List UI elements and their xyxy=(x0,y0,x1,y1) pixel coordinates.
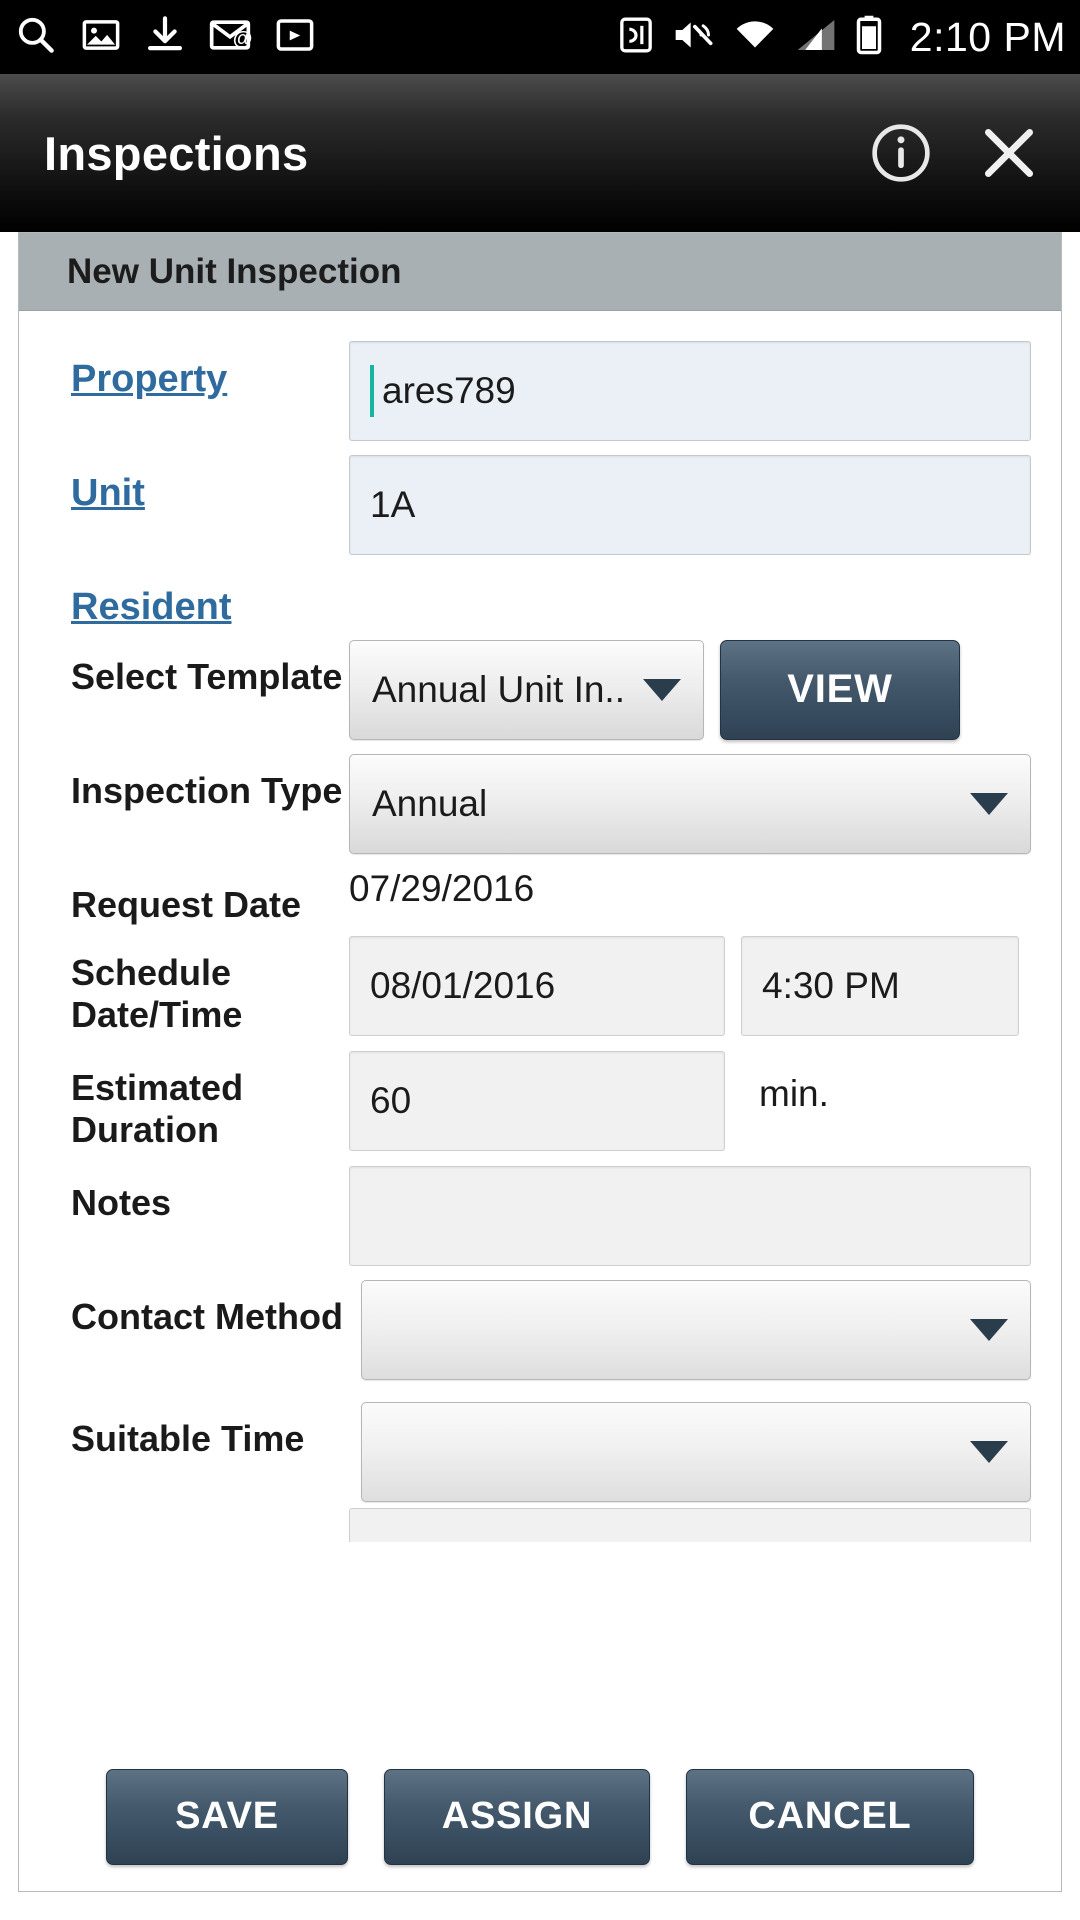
page-title: Inspections xyxy=(44,126,309,180)
request-date-value: 07/29/2016 xyxy=(349,867,535,909)
select-template-label-col: Select Template xyxy=(49,640,349,698)
property-label-col: Property xyxy=(49,341,349,402)
form-row-suitable-time: Suitable Time xyxy=(49,1401,1031,1502)
chevron-down-icon xyxy=(643,678,681,701)
suitable-time-label-col: Suitable Time xyxy=(49,1402,361,1460)
email-icon: @ xyxy=(208,13,252,62)
contact-method-label-col: Contact Method xyxy=(49,1280,361,1338)
duration-label-col: Estimated Duration xyxy=(49,1051,349,1152)
unit-label-col: Unit xyxy=(49,455,349,516)
nfc-icon xyxy=(616,15,656,60)
inspection-type-value: Annual xyxy=(372,782,488,824)
app-title-bar: Inspections xyxy=(0,74,1080,232)
select-template-value: Annual Unit In.. xyxy=(372,668,625,710)
form-row-notes: Notes xyxy=(49,1165,1031,1266)
partially-visible-field[interactable] xyxy=(349,1507,1031,1542)
title-bar-actions xyxy=(870,122,1040,184)
duration-value: 60 xyxy=(370,1079,412,1121)
suitable-time-field-col xyxy=(361,1401,1031,1502)
schedule-label: Schedule Date/Time xyxy=(71,951,243,1036)
select-template-dropdown[interactable]: Annual Unit In.. xyxy=(349,639,704,740)
select-template-label: Select Template xyxy=(71,655,343,697)
chevron-down-icon xyxy=(970,1440,1008,1463)
duration-label: Estimated Duration xyxy=(71,1066,244,1151)
property-field-col: ares789 xyxy=(349,341,1031,441)
phone-screen: @ 2:10 PM Inspections New Unit Inspectio… xyxy=(0,0,1080,1920)
duration-unit-label: min. xyxy=(759,1072,829,1114)
status-bar-system-icons: 2:10 PM xyxy=(616,14,1066,61)
text-caret xyxy=(370,365,374,417)
form-header: New Unit Inspection xyxy=(19,233,1061,311)
svg-text:@: @ xyxy=(233,28,252,50)
request-date-field-col: 07/29/2016 xyxy=(349,868,1031,910)
request-date-label-col: Request Date xyxy=(49,868,349,926)
save-button[interactable]: SAVE xyxy=(106,1768,348,1865)
contact-method-dropdown[interactable] xyxy=(361,1279,1031,1380)
info-icon[interactable] xyxy=(870,122,932,184)
download-icon xyxy=(144,14,186,61)
status-bar: @ 2:10 PM xyxy=(0,0,1080,74)
schedule-date-input[interactable]: 08/01/2016 xyxy=(349,935,725,1036)
view-template-button[interactable]: VIEW xyxy=(720,639,960,740)
form-row-inspection-type: Inspection Type Annual xyxy=(49,753,1031,854)
form-row-schedule: Schedule Date/Time 08/01/2016 4:30 PM xyxy=(49,935,1031,1037)
suitable-time-label: Suitable Time xyxy=(71,1417,305,1459)
resident-link-label[interactable]: Resident xyxy=(71,586,231,628)
duration-field-col: 60 min. xyxy=(349,1050,1031,1151)
signal-icon xyxy=(794,15,838,60)
inspection-type-dropdown[interactable]: Annual xyxy=(349,753,1031,854)
notes-label: Notes xyxy=(71,1181,172,1223)
battery-icon xyxy=(854,14,884,61)
inspection-type-field-col: Annual xyxy=(349,753,1031,854)
form-row-select-template: Select Template Annual Unit In.. VIEW xyxy=(49,639,1031,740)
status-bar-notification-icons: @ xyxy=(14,13,316,62)
form-row-unit: Unit 1A xyxy=(49,455,1031,555)
resident-label-col: Resident xyxy=(49,569,349,630)
schedule-field-col: 08/01/2016 4:30 PM xyxy=(349,935,1031,1036)
form-action-bar: SAVE ASSIGN CANCEL xyxy=(19,1741,1061,1891)
form-row-resident: Resident xyxy=(49,569,1031,630)
form-row-property: Property ares789 xyxy=(49,341,1031,441)
search-icon xyxy=(14,13,58,62)
inspection-type-label-col: Inspection Type xyxy=(49,754,349,812)
chevron-down-icon xyxy=(970,1318,1008,1341)
photo-icon xyxy=(80,14,122,61)
select-template-field-col: Annual Unit In.. VIEW xyxy=(349,639,1031,740)
notes-label-col: Notes xyxy=(49,1166,349,1224)
schedule-date-value: 08/01/2016 xyxy=(370,964,556,1006)
request-date-label: Request Date xyxy=(71,883,302,925)
chevron-down-icon xyxy=(970,792,1008,815)
close-icon[interactable] xyxy=(978,122,1040,184)
app-install-icon xyxy=(274,14,316,61)
form-header-title: New Unit Inspection xyxy=(67,251,402,291)
notes-field-col xyxy=(349,1165,1031,1266)
status-bar-clock: 2:10 PM xyxy=(909,13,1066,60)
inspection-type-label: Inspection Type xyxy=(71,769,343,811)
mute-icon xyxy=(672,15,716,60)
unit-link-label[interactable]: Unit xyxy=(71,472,145,514)
inspection-form-panel: New Unit Inspection Property ares789 Uni… xyxy=(18,232,1062,1892)
contact-method-field-col xyxy=(361,1279,1031,1380)
assign-button[interactable]: ASSIGN xyxy=(384,1768,650,1865)
wifi-icon xyxy=(732,15,778,60)
property-link-label[interactable]: Property xyxy=(71,358,227,400)
schedule-time-input[interactable]: 4:30 PM xyxy=(741,935,1019,1036)
suitable-time-dropdown[interactable] xyxy=(361,1401,1031,1502)
form-scroll-area[interactable]: Property ares789 Unit 1A Resident Select… xyxy=(19,311,1061,1741)
cancel-button[interactable]: CANCEL xyxy=(686,1768,974,1865)
property-input[interactable]: ares789 xyxy=(349,341,1031,441)
schedule-time-value: 4:30 PM xyxy=(762,964,900,1006)
form-row-request-date: Request Date 07/29/2016 xyxy=(49,868,1031,926)
unit-field-col: 1A xyxy=(349,455,1031,555)
property-input-value: ares789 xyxy=(382,370,516,411)
unit-input[interactable]: 1A xyxy=(349,455,1031,555)
form-row-duration: Estimated Duration 60 min. xyxy=(49,1050,1031,1152)
unit-input-value: 1A xyxy=(370,484,416,525)
contact-method-label: Contact Method xyxy=(71,1295,343,1337)
notes-input[interactable] xyxy=(349,1165,1031,1266)
form-row-contact-method: Contact Method xyxy=(49,1279,1031,1380)
schedule-label-col: Schedule Date/Time xyxy=(49,936,349,1037)
duration-input[interactable]: 60 xyxy=(349,1050,725,1151)
